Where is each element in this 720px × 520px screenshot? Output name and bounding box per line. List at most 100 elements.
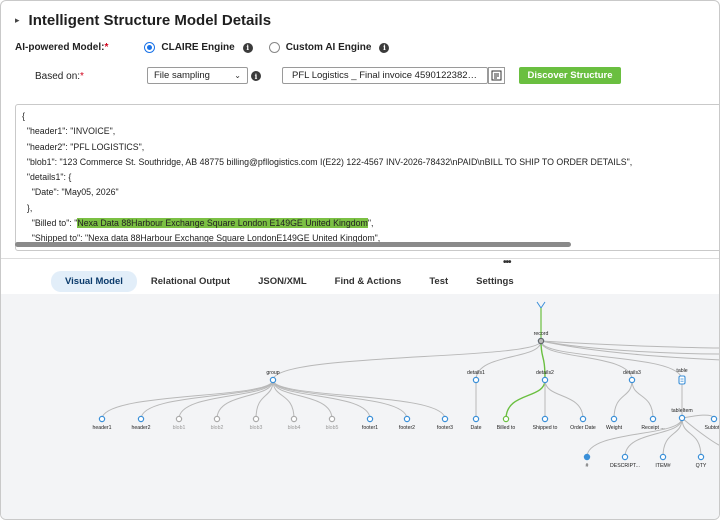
tree-node-label: record — [534, 331, 549, 337]
section-header[interactable]: ▸ Intelligent Structure Model Details — [15, 12, 271, 29]
tree-node-label: Subtotal — [704, 425, 720, 431]
tree-node-label: Shipped to — [533, 425, 558, 431]
tree-node-leaf[interactable]: footer1 — [362, 415, 378, 431]
highlighted-value: Nexa Data 88Harbour Exchange Square Lond… — [77, 218, 368, 229]
tree-edge — [631, 379, 654, 420]
sample-json-preview[interactable]: { "header1": "INVOICE", "header2": "PFL … — [15, 104, 719, 251]
tree-node-dot[interactable] — [502, 415, 510, 423]
tree-node-label: footer3 — [437, 425, 453, 431]
tree-node-dot[interactable] — [269, 376, 277, 384]
tree-node-dot[interactable] — [541, 376, 549, 384]
resize-grip-icon[interactable]: ••• — [503, 257, 511, 268]
tab-json-xml[interactable]: JSON/XML — [244, 271, 321, 292]
tab-find-actions[interactable]: Find & Actions — [321, 271, 416, 292]
tree-node-leaf[interactable]: Billed to — [497, 415, 516, 431]
tab-test[interactable]: Test — [415, 271, 462, 292]
tree-node-dot[interactable] — [710, 415, 718, 423]
custom-ai-engine-radio[interactable] — [268, 42, 280, 53]
file-browse-button[interactable] — [488, 67, 505, 84]
sample-file-field[interactable]: PFL Logistics _ Final invoice 4590122382… — [282, 67, 488, 84]
tree-node-label: blob4 — [288, 425, 301, 431]
tree-node-dot[interactable] — [697, 453, 705, 461]
tree-node-dot[interactable] — [366, 415, 374, 423]
tree-node-dot[interactable] — [403, 415, 411, 423]
tree-node-dot[interactable] — [137, 415, 145, 423]
tree-node-leaf[interactable]: Shipped to — [533, 415, 558, 431]
tree-node-leaf[interactable]: QTY — [696, 453, 707, 469]
tree-node-dot[interactable] — [290, 415, 298, 423]
tree-node-label: details2 — [536, 370, 554, 376]
tree-node-leaf[interactable]: blob4 — [288, 415, 301, 431]
tree-node-leaf[interactable]: blob2 — [211, 415, 224, 431]
based-on-row: Based on:* File sampling ⌄ i PFL Logisti… — [1, 67, 719, 87]
collapse-chevron-icon[interactable]: ▸ — [15, 15, 20, 26]
tree-node-label: QTY — [696, 463, 707, 469]
info-icon[interactable]: i — [242, 42, 253, 53]
tree-node-dot[interactable] — [537, 337, 545, 345]
tree-node-leaf[interactable]: Subtotal — [704, 415, 720, 431]
tab-settings[interactable]: Settings — [462, 271, 527, 292]
tree-node-dot[interactable] — [541, 415, 549, 423]
tree-node-leaf[interactable]: # — [583, 453, 591, 469]
custom-ai-engine-option[interactable]: Custom AI Engine i — [268, 42, 390, 53]
based-on-label: Based on:* — [35, 71, 84, 82]
tree-node-dot[interactable] — [628, 376, 636, 384]
tree-node-dot[interactable] — [610, 415, 618, 423]
info-icon[interactable]: i — [379, 42, 390, 53]
tree-node-dot[interactable] — [98, 415, 106, 423]
tree-node-label: DESCRIPT... — [610, 463, 640, 469]
info-icon[interactable]: i — [251, 71, 261, 81]
tree-node-dot[interactable] — [472, 415, 480, 423]
tree-node-leaf[interactable]: footer2 — [399, 415, 415, 431]
tree-node-dot[interactable] — [252, 415, 260, 423]
claire-engine-radio[interactable] — [144, 42, 156, 53]
tree-node-leaf[interactable]: blob1 — [173, 415, 186, 431]
sampling-select[interactable]: File sampling ⌄ — [147, 67, 248, 84]
tree-node-leaf[interactable]: blob3 — [250, 415, 263, 431]
tab-relational-output[interactable]: Relational Output — [137, 271, 244, 292]
tree-node-details3[interactable]: details3 — [623, 370, 641, 384]
json-line: "details1": { — [22, 172, 72, 183]
tree-node-leaf[interactable]: ITEM# — [655, 453, 671, 469]
claire-engine-option[interactable]: CLAIRE Engine i — [144, 42, 253, 53]
tree-node-leaf[interactable]: header2 — [131, 415, 151, 431]
tree-node-dot[interactable] — [583, 453, 591, 461]
horizontal-scrollbar[interactable] — [15, 242, 571, 247]
tree-node-label: tableItem — [671, 408, 692, 414]
splitter — [1, 258, 719, 259]
discover-structure-button[interactable]: Discover Structure — [519, 67, 621, 84]
structure-tree[interactable]: record group details1 details2 details3 table… — [1, 294, 720, 520]
tree-node-dot[interactable] — [175, 415, 183, 423]
tree-edge — [544, 379, 584, 420]
tree-node-dot[interactable] — [678, 414, 686, 422]
tree-node-leaf[interactable]: DESCRIPT... — [610, 453, 640, 469]
tree-node-label: blob5 — [326, 425, 339, 431]
tree-node-leaf[interactable]: footer3 — [437, 415, 453, 431]
table-icon[interactable] — [678, 375, 686, 385]
tree-node-leaf[interactable]: Order Date — [570, 415, 596, 431]
tab-visual-model[interactable]: Visual Model — [51, 271, 137, 292]
tree-node-label: table — [676, 368, 687, 374]
tree-node-label: details3 — [623, 370, 641, 376]
tree-node-leaf[interactable]: blob5 — [326, 415, 339, 431]
tree-node-leaf[interactable]: Weight — [606, 415, 623, 431]
tree-node-dot[interactable] — [579, 415, 587, 423]
tree-edge — [272, 379, 333, 420]
json-line: "header1": "INVOICE", — [22, 126, 116, 137]
tree-node-leaf[interactable]: header1 — [92, 415, 112, 431]
tree-node-dot[interactable] — [649, 415, 657, 423]
tree-node-table[interactable]: table — [676, 368, 688, 385]
tree-node-dot[interactable] — [328, 415, 336, 423]
tree-node-dot[interactable] — [621, 453, 629, 461]
custom-ai-engine-label: Custom AI Engine — [285, 42, 372, 53]
tree-node-label: group — [266, 370, 279, 376]
tree-node-dot[interactable] — [472, 376, 480, 384]
tree-node-leaf[interactable]: Receipt ... — [641, 415, 665, 431]
tree-node-leaf[interactable]: Date — [471, 415, 482, 431]
tree-node-dot[interactable] — [213, 415, 221, 423]
visual-model-canvas[interactable]: record group details1 details2 details3 table… — [1, 294, 720, 520]
tree-node-label: Weight — [606, 425, 623, 431]
tree-node-group[interactable]: group — [266, 370, 280, 384]
tree-node-dot[interactable] — [659, 453, 667, 461]
tree-node-dot[interactable] — [441, 415, 449, 423]
